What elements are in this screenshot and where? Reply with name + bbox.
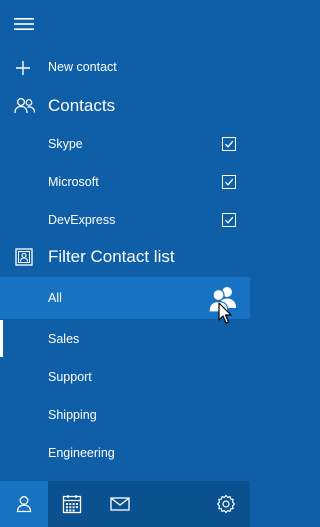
filter-item-label: Support bbox=[48, 370, 92, 384]
source-row-skype[interactable]: Skype bbox=[0, 130, 250, 158]
checkmark-icon bbox=[225, 140, 234, 148]
calendar-icon bbox=[62, 494, 82, 514]
person-icon bbox=[16, 495, 32, 513]
contact-card-icon bbox=[15, 248, 33, 266]
new-contact-button[interactable]: New contact bbox=[0, 54, 250, 82]
contacts-section-header: Contacts bbox=[0, 92, 250, 120]
checkmark-icon bbox=[225, 216, 234, 224]
people-icon bbox=[14, 97, 36, 115]
filter-section-header: Filter Contact list bbox=[0, 243, 250, 271]
hamburger-icon bbox=[13, 16, 35, 32]
hamburger-menu-button[interactable] bbox=[10, 10, 38, 38]
tab-contacts[interactable] bbox=[0, 481, 48, 527]
filter-item-label: Engineering bbox=[48, 446, 115, 460]
filter-item-label: Shipping bbox=[48, 408, 97, 422]
source-checkbox[interactable] bbox=[222, 137, 236, 151]
source-label: Microsoft bbox=[48, 175, 99, 189]
source-row-devexpress[interactable]: DevExpress bbox=[0, 206, 250, 234]
source-row-microsoft[interactable]: Microsoft bbox=[0, 168, 250, 196]
tab-settings[interactable] bbox=[202, 481, 250, 527]
filter-item-label: Sales bbox=[48, 332, 80, 346]
filter-item-all[interactable]: All bbox=[0, 277, 250, 324]
filter-section-title: Filter Contact list bbox=[48, 247, 175, 266]
contacts-section-title: Contacts bbox=[48, 96, 116, 115]
mail-icon bbox=[110, 496, 130, 512]
filter-item-sales[interactable]: Sales bbox=[0, 325, 250, 353]
drag-contacts-cursor-icon bbox=[206, 283, 240, 325]
source-label: Skype bbox=[48, 137, 83, 151]
tab-mail[interactable] bbox=[96, 481, 144, 527]
plus-icon bbox=[15, 60, 31, 76]
settings-icon bbox=[216, 494, 236, 514]
tab-calendar[interactable] bbox=[48, 481, 96, 527]
filter-item-label: All bbox=[48, 291, 62, 305]
filter-item-engineering[interactable]: Engineering bbox=[0, 439, 250, 467]
checkmark-icon bbox=[225, 178, 234, 186]
source-checkbox[interactable] bbox=[222, 175, 236, 189]
source-checkbox[interactable] bbox=[222, 213, 236, 227]
filter-item-shipping[interactable]: Shipping bbox=[0, 401, 250, 429]
source-label: DevExpress bbox=[48, 213, 116, 227]
new-contact-label: New contact bbox=[48, 60, 117, 74]
filter-item-support[interactable]: Support bbox=[0, 363, 250, 391]
